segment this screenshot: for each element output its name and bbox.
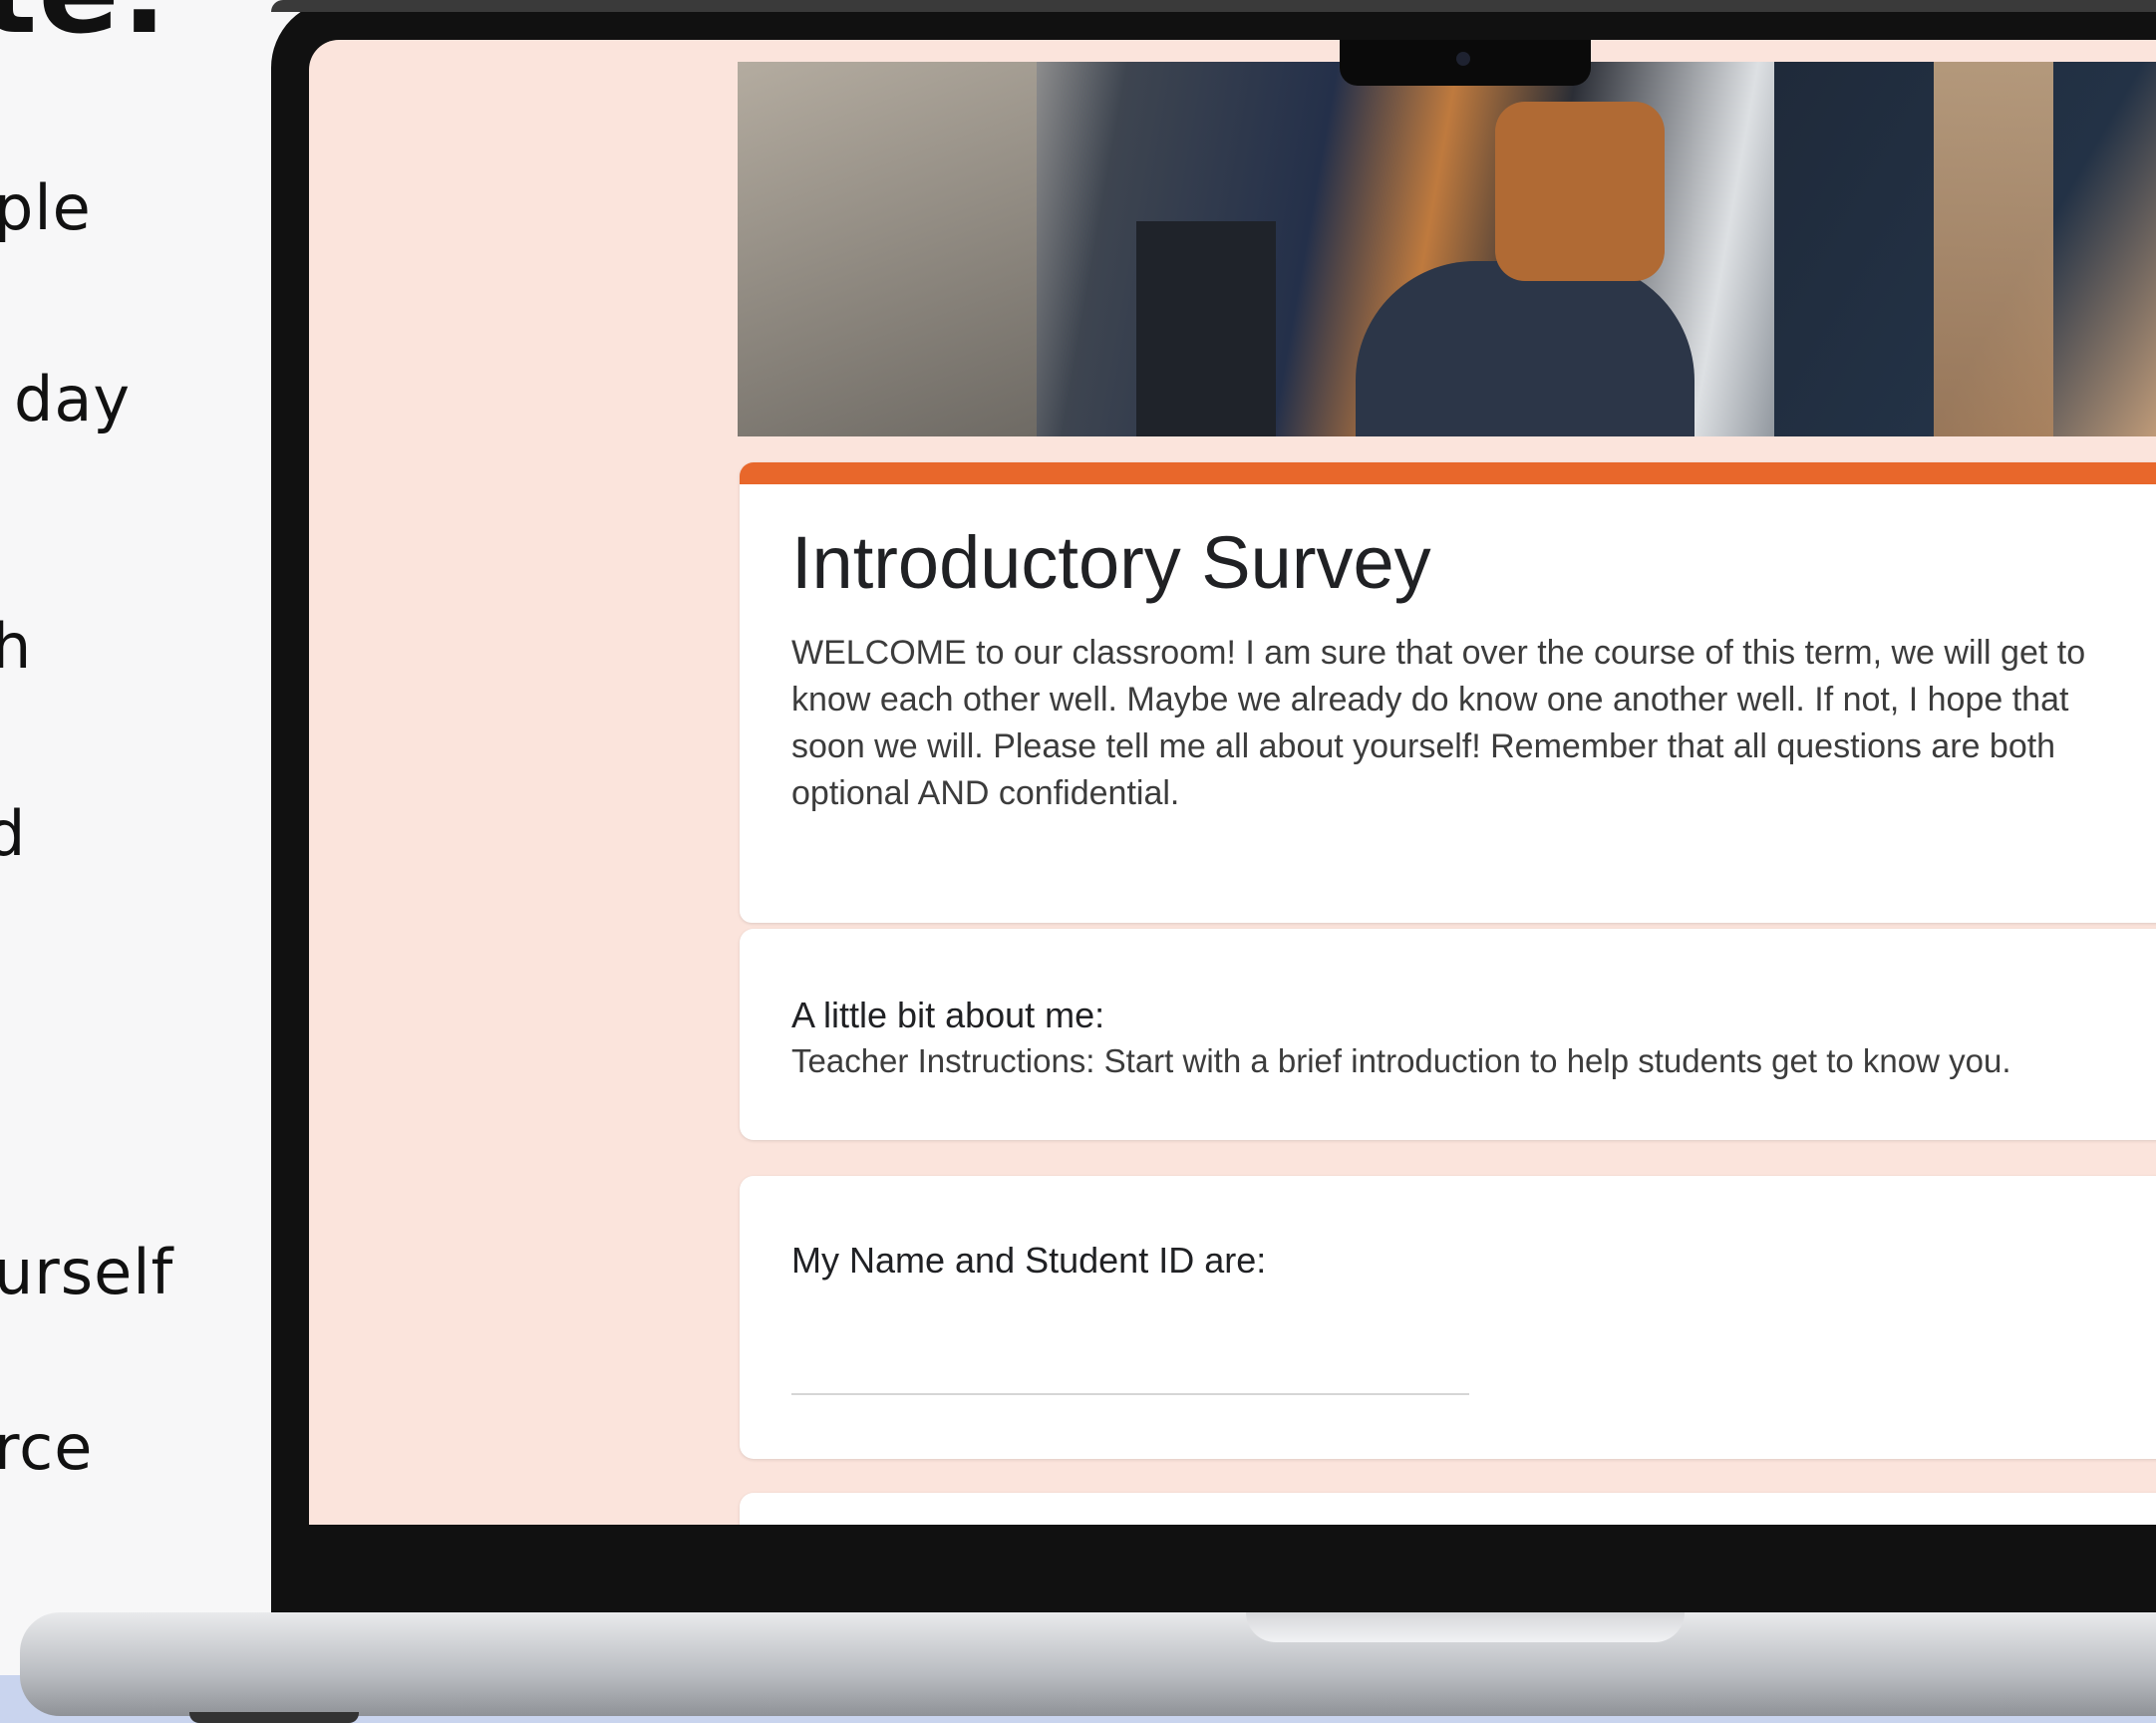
section-title: A little bit about me:	[791, 995, 1105, 1035]
laptop-opening-notch	[1246, 1612, 1685, 1642]
side-line-1: ple	[0, 171, 92, 244]
question-label: My Name and Student ID are:	[791, 1240, 1267, 1281]
side-line-4: d	[0, 797, 27, 870]
laptop-base	[20, 1612, 2156, 1716]
form-title: Introductory Survey	[791, 521, 1431, 604]
lid-rim	[271, 0, 2156, 12]
side-line-2: day	[14, 363, 132, 435]
next-question-card	[740, 1493, 2156, 1525]
side-line-3: h	[0, 610, 33, 683]
side-promo-text: te: ple day h d urself rce	[0, 0, 289, 1723]
side-line-6: rce	[0, 1411, 94, 1484]
side-line-5: urself	[0, 1236, 174, 1308]
short-answer-input[interactable]	[791, 1351, 1469, 1395]
form-description: WELCOME to our classroom! I am sure that…	[791, 634, 2086, 812]
section-card: A little bit about me: Teacher Instructi…	[740, 929, 2156, 1140]
camera-notch	[1340, 40, 1591, 86]
section-description: Teacher Instructions: Start with a brief…	[791, 1042, 2011, 1079]
form-header-image	[738, 62, 2156, 436]
laptop-screen: Introductory Survey WELCOME to our class…	[309, 40, 2156, 1525]
laptop-foot	[189, 1712, 359, 1723]
side-heading: te:	[0, 0, 169, 61]
question-card: My Name and Student ID are:	[740, 1176, 2156, 1459]
form-title-card: Introductory Survey WELCOME to our class…	[740, 462, 2156, 923]
